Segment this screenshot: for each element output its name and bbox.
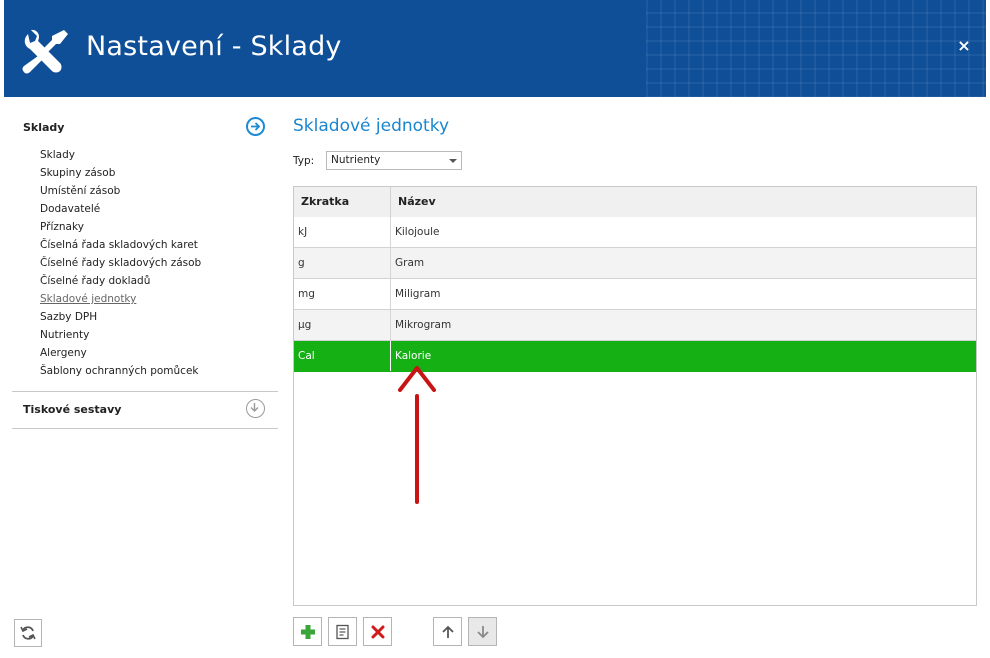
cell-zkratka: Cal — [298, 350, 315, 362]
header-pattern — [646, 0, 986, 97]
refresh-button[interactable] — [14, 619, 42, 647]
plus-icon — [301, 625, 315, 639]
window-header: Nastavení - Sklady × — [4, 0, 986, 97]
sidebar-section-label: Tiskové sestavy — [23, 403, 122, 416]
edit-button[interactable] — [328, 617, 357, 646]
column-header-zkratka[interactable]: Zkratka — [301, 187, 349, 217]
cell-zkratka: µg — [298, 319, 312, 331]
sidebar: Sklady Sklady Skupiny zásob Umístění zás… — [12, 110, 278, 429]
column-divider — [390, 217, 391, 247]
delete-button[interactable] — [363, 617, 392, 646]
close-icon[interactable]: × — [956, 38, 972, 54]
move-up-button[interactable] — [433, 617, 462, 646]
arrow-right-circle-icon[interactable] — [246, 117, 265, 136]
add-button[interactable] — [293, 617, 322, 646]
sidebar-section-sklady[interactable]: Sklady — [12, 110, 278, 146]
column-divider — [390, 279, 391, 309]
cell-zkratka: mg — [298, 288, 315, 300]
delete-x-icon — [371, 625, 385, 639]
column-divider — [390, 187, 391, 217]
sidebar-divider — [12, 428, 278, 429]
sidebar-item-sazby-dph[interactable]: Sazby DPH — [40, 308, 278, 326]
annotation-arrow-icon — [398, 366, 436, 504]
edit-document-icon — [336, 624, 349, 640]
sidebar-item-ciselne-rady-zasob[interactable]: Číselné řady skladových zásob — [40, 254, 278, 272]
table-header: Zkratka Název — [294, 187, 976, 218]
arrow-down-icon — [477, 626, 489, 639]
cell-zkratka: g — [298, 257, 305, 269]
sidebar-item-sklady[interactable]: Sklady — [40, 146, 278, 164]
window-title: Nastavení - Sklady — [86, 31, 342, 62]
table-row[interactable]: g Gram — [294, 248, 976, 279]
table-row[interactable]: mg Miligram — [294, 279, 976, 310]
wrench-screwdriver-icon — [20, 26, 72, 76]
cell-nazev: Mikrogram — [395, 319, 452, 331]
cell-nazev: Gram — [395, 257, 425, 269]
sidebar-item-alergeny[interactable]: Alergeny — [40, 344, 278, 362]
column-header-nazev[interactable]: Název — [398, 187, 436, 217]
sidebar-item-skupiny-zasob[interactable]: Skupiny zásob — [40, 164, 278, 182]
column-divider — [390, 248, 391, 278]
chevron-down-icon — [449, 159, 457, 163]
table-row[interactable]: kJ Kilojoule — [294, 217, 976, 248]
sidebar-item-ciselne-rady-dokladu[interactable]: Číselné řady dokladů — [40, 272, 278, 290]
refresh-icon — [20, 626, 36, 640]
cell-nazev: Miligram — [395, 288, 441, 300]
type-filter-label: Typ: — [293, 155, 315, 167]
arrow-down-circle-icon[interactable] — [246, 399, 265, 418]
sidebar-item-priznaky[interactable]: Příznaky — [40, 218, 278, 236]
type-filter-value: Nutrienty — [331, 154, 381, 166]
cell-nazev: Kilojoule — [395, 226, 440, 238]
sidebar-item-dodavatele[interactable]: Dodavatelé — [40, 200, 278, 218]
type-filter-select[interactable]: Nutrienty — [326, 151, 462, 170]
sidebar-section-tiskove-sestavy[interactable]: Tiskové sestavy — [12, 392, 278, 428]
column-divider — [390, 310, 391, 340]
sidebar-item-umisteni-zasob[interactable]: Umístění zásob — [40, 182, 278, 200]
page-title: Skladové jednotky — [293, 116, 450, 136]
cell-zkratka: kJ — [298, 226, 308, 238]
sidebar-section-label: Sklady — [23, 121, 65, 134]
sidebar-item-ciselna-rada-karet[interactable]: Číselná řada skladových karet — [40, 236, 278, 254]
sidebar-item-sablony-pomucek[interactable]: Šablony ochranných pomůcek — [40, 362, 278, 380]
arrow-up-icon — [442, 625, 454, 638]
sidebar-item-nutrienty[interactable]: Nutrienty — [40, 326, 278, 344]
table-row[interactable]: µg Mikrogram — [294, 310, 976, 341]
sidebar-item-skladove-jednotky[interactable]: Skladové jednotky — [40, 290, 278, 308]
move-down-button[interactable] — [468, 617, 497, 646]
sidebar-nav-list: Sklady Skupiny zásob Umístění zásob Doda… — [12, 146, 278, 380]
